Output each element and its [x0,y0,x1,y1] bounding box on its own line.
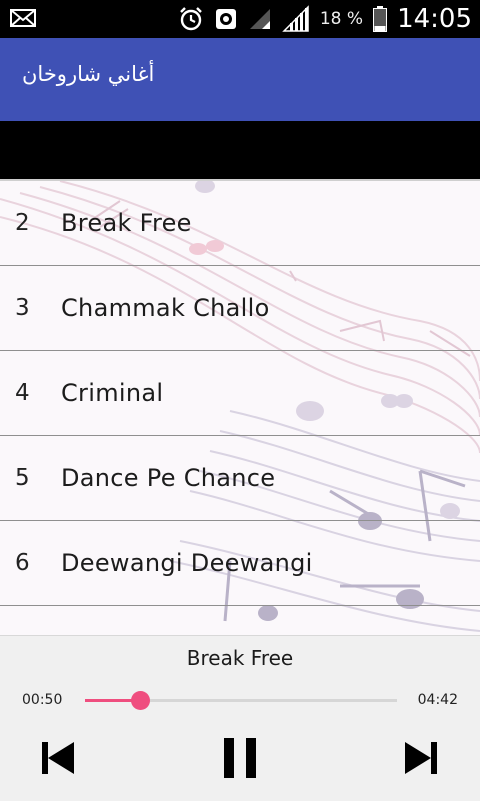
song-title: Break Free [61,209,192,237]
mail-icon [10,8,36,28]
song-title: Chammak Challo [61,294,270,322]
next-button[interactable] [399,736,443,780]
seek-bar[interactable] [85,691,397,710]
song-row-deewangi-deewangi[interactable]: 6 Deewangi Deewangi [0,521,480,606]
battery-percent: 18 % [319,9,364,29]
total-time: 04:42 [417,692,458,708]
app-bar: أغاني شاروخان [0,38,480,121]
track-number: 5 [15,465,30,491]
player-panel: Break Free 00:50 04:42 [0,635,480,801]
ad-banner[interactable] [0,121,480,179]
seek-bar-thumb[interactable] [131,691,151,710]
status-bar: 18 % 14:05 [0,0,480,38]
battery-icon [373,6,388,32]
skip-previous-icon [42,742,74,774]
song-list-area[interactable]: 2 Break Free 3 Chammak Challo 4 Criminal… [0,179,480,637]
elapsed-time: 00:50 [22,692,63,708]
signal-icon [282,5,310,33]
signal-icon [248,7,272,31]
pause-icon [224,738,256,778]
song-title: Deewangi Deewangi [61,549,313,577]
song-row-chammak-challo[interactable]: 3 Chammak Challo [0,266,480,351]
song-title: Dance Pe Chance [61,464,276,492]
song-row-break-free[interactable]: 2 Break Free [0,181,480,266]
track-number: 3 [15,295,30,321]
data-sync-icon [214,7,238,31]
song-row-dance-pe-chance[interactable]: 5 Dance Pe Chance [0,436,480,521]
skip-next-icon [405,742,437,774]
clock: 14:05 [397,4,472,34]
now-playing-title: Break Free [186,646,294,670]
alarm-icon [178,6,204,32]
track-number: 2 [15,210,30,236]
pause-button[interactable] [218,736,262,780]
song-row-criminal[interactable]: 4 Criminal [0,351,480,436]
song-list: 2 Break Free 3 Chammak Challo 4 Criminal… [0,181,480,606]
track-number: 4 [15,380,30,406]
song-title: Criminal [61,379,164,407]
previous-button[interactable] [36,736,80,780]
track-number: 6 [15,550,30,576]
page-title: أغاني شاروخان [22,62,155,86]
